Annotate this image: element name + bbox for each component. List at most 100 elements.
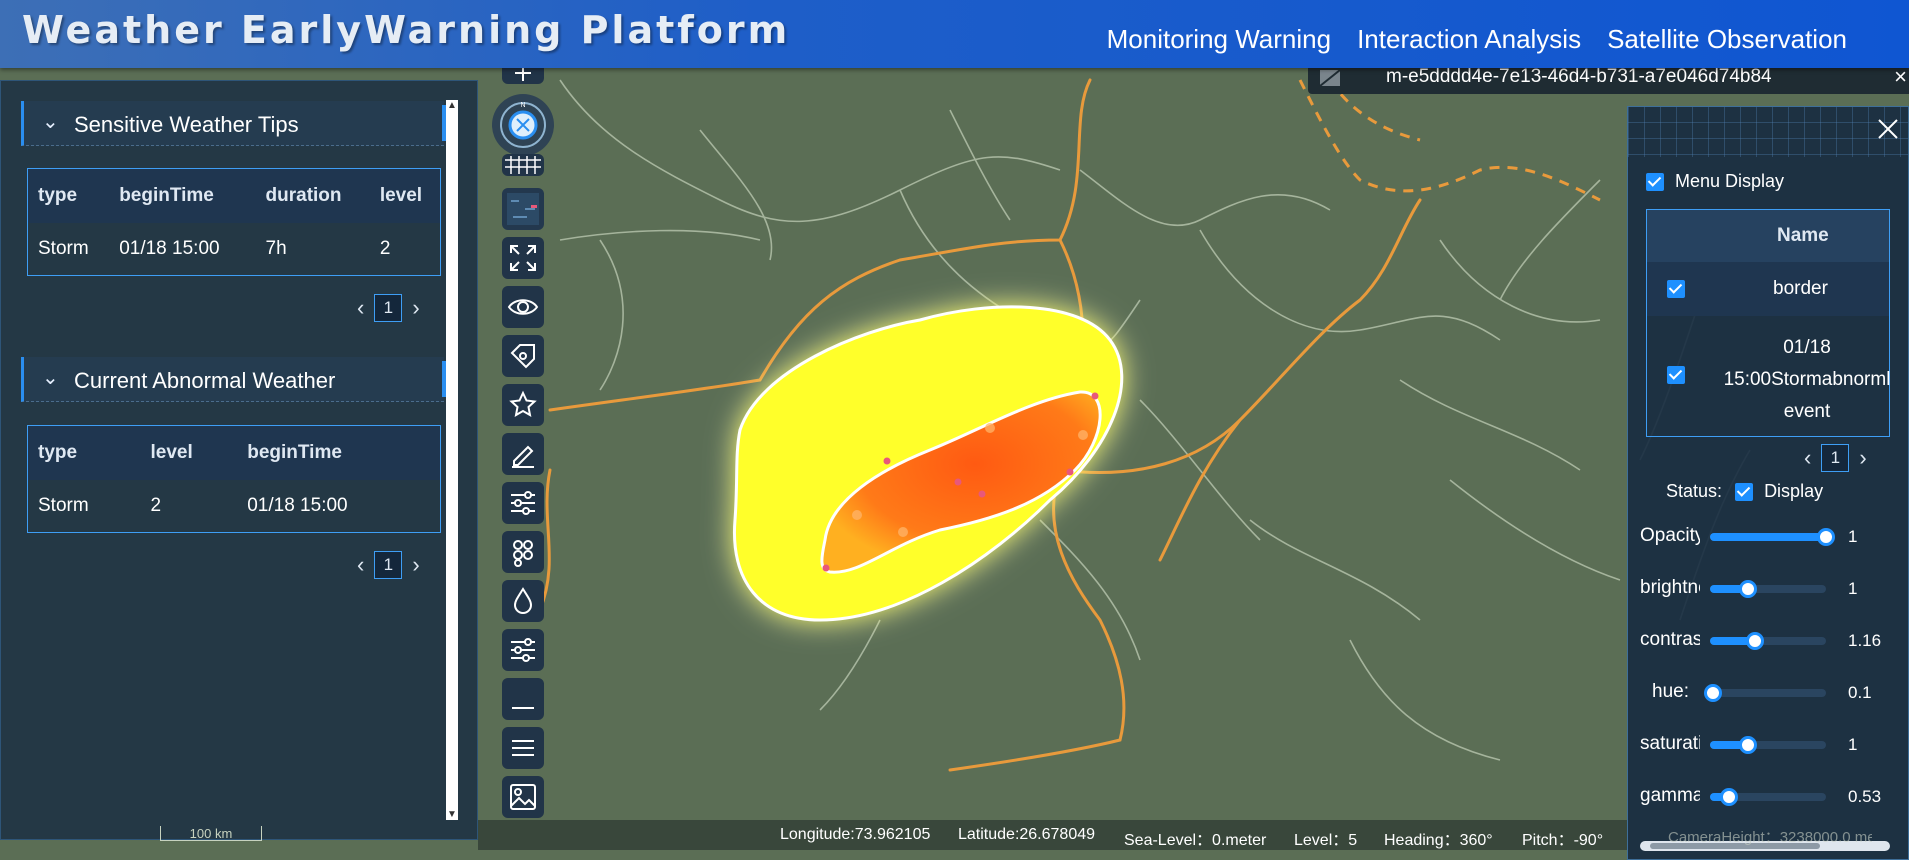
minus-icon[interactable] bbox=[502, 678, 544, 720]
cell-type: Storm bbox=[38, 238, 89, 259]
slider-knob[interactable] bbox=[1739, 580, 1758, 598]
cell-duration: 7h bbox=[265, 238, 287, 259]
chevron-right-icon[interactable]: › bbox=[412, 295, 419, 321]
apps-icon[interactable] bbox=[502, 531, 544, 573]
entity-id: m-e5dddd4e-7e13-46d4-b731-a7e046d74b84 bbox=[1386, 66, 1772, 87]
col-level: level bbox=[140, 425, 238, 480]
eye-icon[interactable] bbox=[502, 286, 544, 328]
fullscreen-icon[interactable] bbox=[502, 237, 544, 279]
cell-level: 2 bbox=[379, 238, 391, 259]
main-nav: Monitoring Warning Interaction Analysis … bbox=[1107, 24, 1847, 55]
layer-control-panel: Menu Display Name border 01/18 15:00Stor… bbox=[1627, 106, 1909, 860]
abnormal-weather-pager: ‹ 1 › bbox=[357, 551, 420, 579]
sliders-icon[interactable] bbox=[502, 482, 544, 524]
svg-text:N: N bbox=[520, 102, 525, 109]
status-value: Display bbox=[1764, 481, 1824, 501]
chevron-right-icon[interactable]: › bbox=[412, 552, 419, 578]
heading-readout: Heading：360° bbox=[1384, 832, 1493, 849]
scroll-up-icon[interactable]: ▲ bbox=[446, 100, 458, 111]
abnormal-weather-table: type level beginTime Storm 2 01/18 15:00 bbox=[27, 425, 441, 533]
star-icon[interactable] bbox=[502, 384, 544, 426]
brightness-slider[interactable]: brightness 1 bbox=[1640, 573, 1906, 603]
table-row[interactable]: 01/18 15:00Stormabnorml event bbox=[1647, 316, 1890, 436]
nav-monitoring-warning[interactable]: Monitoring Warning bbox=[1107, 24, 1331, 55]
sensitive-tips-header[interactable]: ⌄ Sensitive Weather Tips bbox=[21, 101, 446, 146]
chevron-left-icon[interactable]: ‹ bbox=[1804, 445, 1811, 471]
chevron-right-icon[interactable]: › bbox=[1859, 445, 1866, 471]
sea-level-readout: Sea-Level：0.meter bbox=[1124, 832, 1267, 849]
table-row[interactable]: Storm 2 01/18 15:00 bbox=[28, 480, 441, 533]
table-row[interactable]: Storm 01/18 15:00 7h 2 bbox=[28, 223, 441, 276]
nav-satellite-observation[interactable]: Satellite Observation bbox=[1607, 24, 1847, 55]
cell-begin-time: 01/18 15:00 bbox=[119, 238, 220, 259]
drop-icon[interactable] bbox=[502, 580, 544, 622]
pen-icon[interactable] bbox=[502, 433, 544, 475]
latitude-readout: Latitude:26.678049 bbox=[958, 826, 1096, 843]
chevron-down-icon: ⌄ bbox=[42, 111, 59, 133]
layer-pager: ‹ 1 › bbox=[1804, 444, 1867, 472]
layer-name: border bbox=[1773, 278, 1828, 299]
slider-knob[interactable] bbox=[1746, 632, 1765, 650]
col-duration: duration bbox=[255, 168, 370, 223]
chevron-left-icon[interactable]: ‹ bbox=[357, 295, 364, 321]
tag-icon[interactable] bbox=[502, 335, 544, 377]
slider-knob[interactable] bbox=[1817, 528, 1835, 546]
image-icon[interactable] bbox=[502, 776, 544, 818]
status-label: Status: bbox=[1666, 481, 1723, 501]
chevron-left-icon[interactable]: ‹ bbox=[357, 552, 364, 578]
sliders-icon-2[interactable] bbox=[502, 629, 544, 671]
camera-height-readout: CameraHeight：3238000.0 meter bbox=[1668, 829, 1872, 846]
app-title: Weather EarlyWarning Platform bbox=[22, 8, 791, 52]
pitch-readout: Pitch：-90° bbox=[1522, 832, 1604, 849]
page-number[interactable]: 1 bbox=[374, 294, 403, 322]
cell-begin-time: 01/18 15:00 bbox=[247, 495, 348, 516]
slider-knob[interactable] bbox=[1719, 788, 1738, 806]
page-number[interactable]: 1 bbox=[1821, 444, 1850, 472]
zoom-level-readout: Level：5 bbox=[1294, 832, 1358, 849]
checkbox-checked-icon[interactable] bbox=[1667, 366, 1685, 384]
no-image-icon bbox=[1318, 67, 1342, 95]
sensitive-tips-pager: ‹ 1 › bbox=[357, 294, 420, 322]
hue-slider[interactable]: hue: 0.1 bbox=[1640, 677, 1906, 707]
app-header: Weather EarlyWarning Platform Monitoring… bbox=[0, 0, 1909, 68]
sensitive-tips-title: Sensitive Weather Tips bbox=[74, 112, 299, 137]
menu-icon[interactable] bbox=[502, 727, 544, 769]
gamma-slider[interactable]: gamma 0.53 bbox=[1640, 781, 1906, 811]
table-row[interactable]: border bbox=[1647, 262, 1889, 316]
slider-knob[interactable] bbox=[1704, 684, 1723, 702]
left-panel-scrollbar[interactable]: ▲ ▼ bbox=[446, 100, 458, 820]
checkbox-checked-icon[interactable] bbox=[1667, 280, 1685, 298]
abnormal-weather-header[interactable]: ⌄ Current Abnormal Weather bbox=[21, 357, 446, 402]
chevron-down-icon: ⌄ bbox=[42, 367, 59, 389]
page-number[interactable]: 1 bbox=[374, 551, 403, 579]
layer-table: Name border 01/18 15:00Stormabnorml even… bbox=[1646, 209, 1890, 437]
cell-level: 2 bbox=[150, 495, 162, 516]
left-info-panel: ⌄ Sensitive Weather Tips type beginTime … bbox=[0, 80, 478, 840]
menu-display-toggle[interactable]: Menu Display bbox=[1646, 171, 1784, 192]
saturation-slider[interactable]: saturation 1 bbox=[1640, 729, 1906, 759]
col-type: type bbox=[27, 425, 141, 480]
col-level: level bbox=[369, 168, 441, 223]
close-icon[interactable] bbox=[1876, 117, 1900, 146]
minimap-icon[interactable] bbox=[502, 188, 544, 230]
scroll-down-icon[interactable]: ▼ bbox=[446, 809, 458, 820]
col-name: Name bbox=[1777, 225, 1829, 246]
longitude-readout: Longitude:73.962105 bbox=[780, 826, 931, 843]
col-begin-time: beginTime bbox=[237, 425, 441, 480]
nav-interaction-analysis[interactable]: Interaction Analysis bbox=[1357, 24, 1581, 55]
checkbox-checked-icon[interactable] bbox=[1735, 483, 1754, 502]
abnormal-weather-title: Current Abnormal Weather bbox=[74, 368, 336, 393]
compass-icon[interactable]: N bbox=[492, 94, 554, 156]
status-row: Status: Display bbox=[1666, 481, 1823, 502]
col-begin-time: beginTime bbox=[109, 168, 256, 223]
checkbox-checked-icon[interactable] bbox=[1646, 173, 1664, 192]
cell-type: Storm bbox=[38, 495, 89, 516]
opacity-slider[interactable]: Opacity 1 bbox=[1640, 521, 1906, 551]
contrast-slider[interactable]: contrast 1.16 bbox=[1640, 625, 1906, 655]
slider-knob[interactable] bbox=[1739, 736, 1758, 754]
panel-header-grid bbox=[1628, 107, 1908, 157]
sensitive-tips-table: type beginTime duration level Storm 01/1… bbox=[27, 168, 441, 276]
coordinate-status-bar: Longitude:73.962105 Latitude:26.678049 S… bbox=[478, 820, 1627, 850]
grid-icon[interactable] bbox=[502, 154, 544, 176]
layer-name: 01/18 15:00Stormabnorml event bbox=[1723, 337, 1891, 422]
